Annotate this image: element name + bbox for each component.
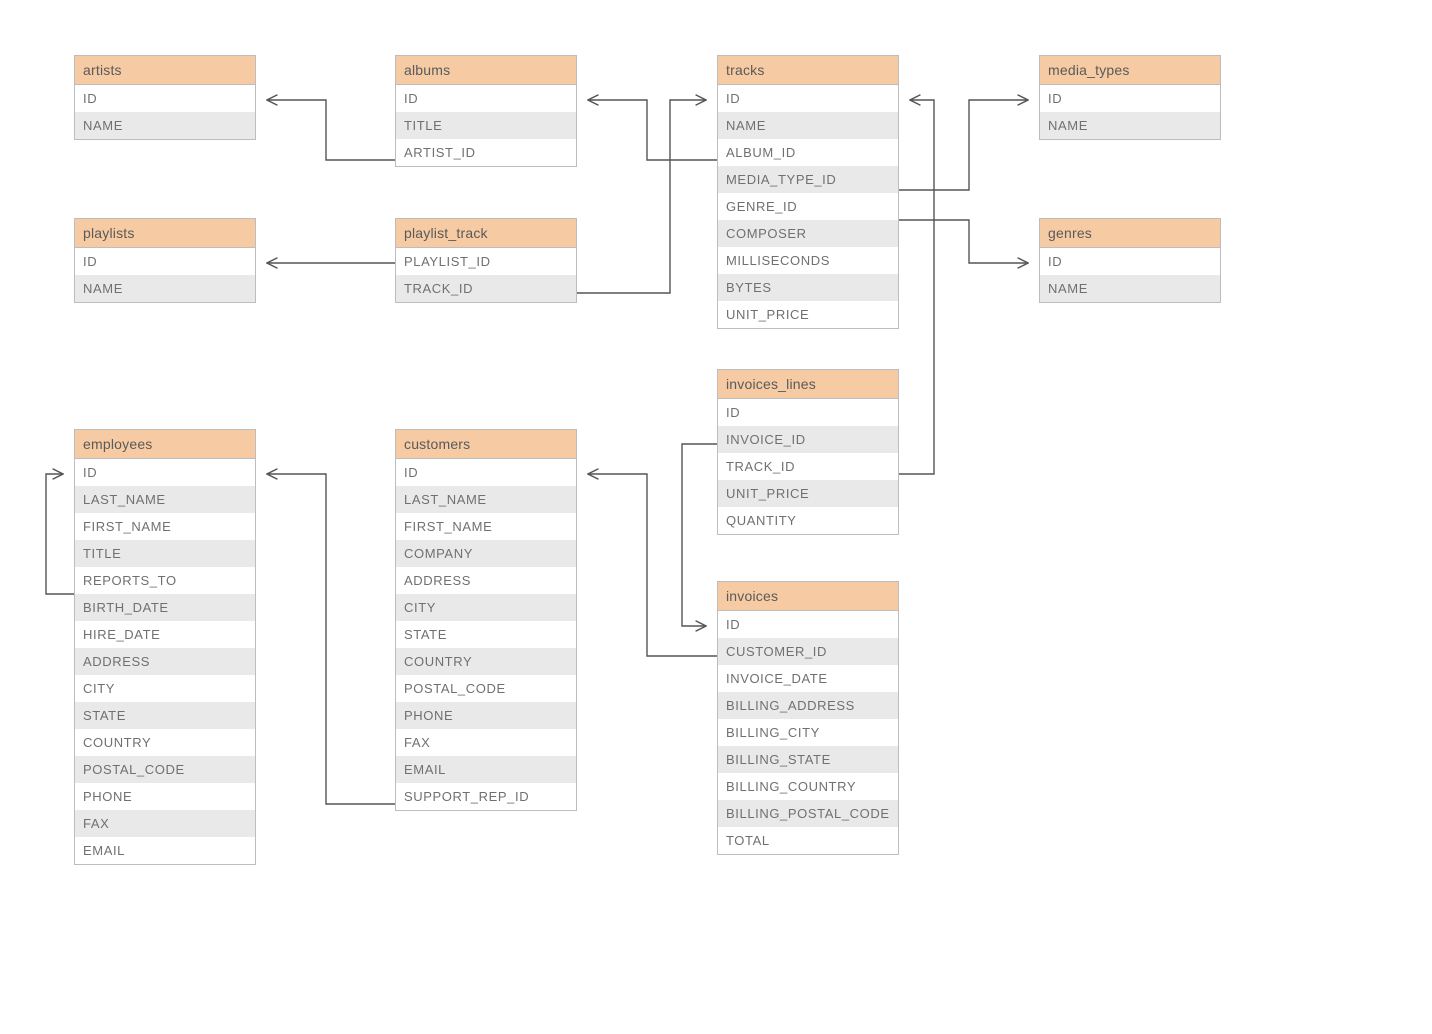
table-employees[interactable]: employeesIDLAST_NAMEFIRST_NAMETITLEREPOR…	[74, 429, 256, 865]
table-playlist_track[interactable]: playlist_trackPLAYLIST_IDTRACK_ID	[395, 218, 577, 303]
table-tracks[interactable]: tracksIDNAMEALBUM_IDMEDIA_TYPE_IDGENRE_I…	[717, 55, 899, 329]
table-column: ID	[718, 611, 898, 638]
table-column: TRACK_ID	[396, 275, 576, 302]
table-column: PLAYLIST_ID	[396, 248, 576, 275]
er-diagram-canvas: artistsIDNAMEalbumsIDTITLEARTIST_IDtrack…	[0, 0, 1432, 1034]
table-column: COUNTRY	[75, 729, 255, 756]
table-column: PHONE	[396, 702, 576, 729]
table-column: UNIT_PRICE	[718, 480, 898, 507]
table-column: COUNTRY	[396, 648, 576, 675]
table-column: NAME	[718, 112, 898, 139]
table-column: CITY	[396, 594, 576, 621]
table-column: TRACK_ID	[718, 453, 898, 480]
table-header: artists	[75, 56, 255, 85]
table-column: NAME	[1040, 275, 1220, 302]
table-media_types[interactable]: media_typesIDNAME	[1039, 55, 1221, 140]
table-column: ID	[396, 85, 576, 112]
table-column: QUANTITY	[718, 507, 898, 534]
table-column: ID	[75, 85, 255, 112]
table-column: GENRE_ID	[718, 193, 898, 220]
table-column: REPORTS_TO	[75, 567, 255, 594]
table-column: FAX	[396, 729, 576, 756]
table-column: PHONE	[75, 783, 255, 810]
table-column: NAME	[1040, 112, 1220, 139]
table-header: tracks	[718, 56, 898, 85]
table-column: ID	[718, 399, 898, 426]
table-column: STATE	[396, 621, 576, 648]
table-invoices[interactable]: invoicesIDCUSTOMER_IDINVOICE_DATEBILLING…	[717, 581, 899, 855]
table-column: TITLE	[75, 540, 255, 567]
table-customers[interactable]: customersIDLAST_NAMEFIRST_NAMECOMPANYADD…	[395, 429, 577, 811]
table-column: EMAIL	[75, 837, 255, 864]
table-column: BYTES	[718, 274, 898, 301]
table-column: BIRTH_DATE	[75, 594, 255, 621]
table-column: POSTAL_CODE	[396, 675, 576, 702]
table-albums[interactable]: albumsIDTITLEARTIST_ID	[395, 55, 577, 167]
table-column: MEDIA_TYPE_ID	[718, 166, 898, 193]
table-genres[interactable]: genresIDNAME	[1039, 218, 1221, 303]
table-playlists[interactable]: playlistsIDNAME	[74, 218, 256, 303]
table-header: playlist_track	[396, 219, 576, 248]
table-column: STATE	[75, 702, 255, 729]
table-column: BILLING_ADDRESS	[718, 692, 898, 719]
table-column: FIRST_NAME	[396, 513, 576, 540]
table-column: FIRST_NAME	[75, 513, 255, 540]
table-column: NAME	[75, 275, 255, 302]
table-column: BILLING_POSTAL_CODE	[718, 800, 898, 827]
table-column: ID	[1040, 248, 1220, 275]
table-column: MILLISECONDS	[718, 247, 898, 274]
table-column: POSTAL_CODE	[75, 756, 255, 783]
table-header: invoices	[718, 582, 898, 611]
table-column: COMPOSER	[718, 220, 898, 247]
table-header: genres	[1040, 219, 1220, 248]
table-column: BILLING_STATE	[718, 746, 898, 773]
table-column: FAX	[75, 810, 255, 837]
table-column: COMPANY	[396, 540, 576, 567]
table-column: ID	[75, 248, 255, 275]
table-column: EMAIL	[396, 756, 576, 783]
table-header: invoices_lines	[718, 370, 898, 399]
table-column: ALBUM_ID	[718, 139, 898, 166]
table-column: TOTAL	[718, 827, 898, 854]
table-invoices_lines[interactable]: invoices_linesIDINVOICE_IDTRACK_IDUNIT_P…	[717, 369, 899, 535]
table-column: INVOICE_DATE	[718, 665, 898, 692]
table-column: SUPPORT_REP_ID	[396, 783, 576, 810]
table-column: LAST_NAME	[75, 486, 255, 513]
table-column: ARTIST_ID	[396, 139, 576, 166]
table-column: ADDRESS	[396, 567, 576, 594]
table-column: ID	[1040, 85, 1220, 112]
table-header: media_types	[1040, 56, 1220, 85]
table-column: CITY	[75, 675, 255, 702]
table-column: ID	[718, 85, 898, 112]
table-column: UNIT_PRICE	[718, 301, 898, 328]
table-column: TITLE	[396, 112, 576, 139]
table-column: CUSTOMER_ID	[718, 638, 898, 665]
table-column: ADDRESS	[75, 648, 255, 675]
table-column: BILLING_COUNTRY	[718, 773, 898, 800]
table-column: NAME	[75, 112, 255, 139]
table-column: INVOICE_ID	[718, 426, 898, 453]
table-column: LAST_NAME	[396, 486, 576, 513]
table-artists[interactable]: artistsIDNAME	[74, 55, 256, 140]
table-header: customers	[396, 430, 576, 459]
table-header: employees	[75, 430, 255, 459]
table-column: HIRE_DATE	[75, 621, 255, 648]
table-column: BILLING_CITY	[718, 719, 898, 746]
table-header: playlists	[75, 219, 255, 248]
table-header: albums	[396, 56, 576, 85]
table-column: ID	[396, 459, 576, 486]
table-column: ID	[75, 459, 255, 486]
